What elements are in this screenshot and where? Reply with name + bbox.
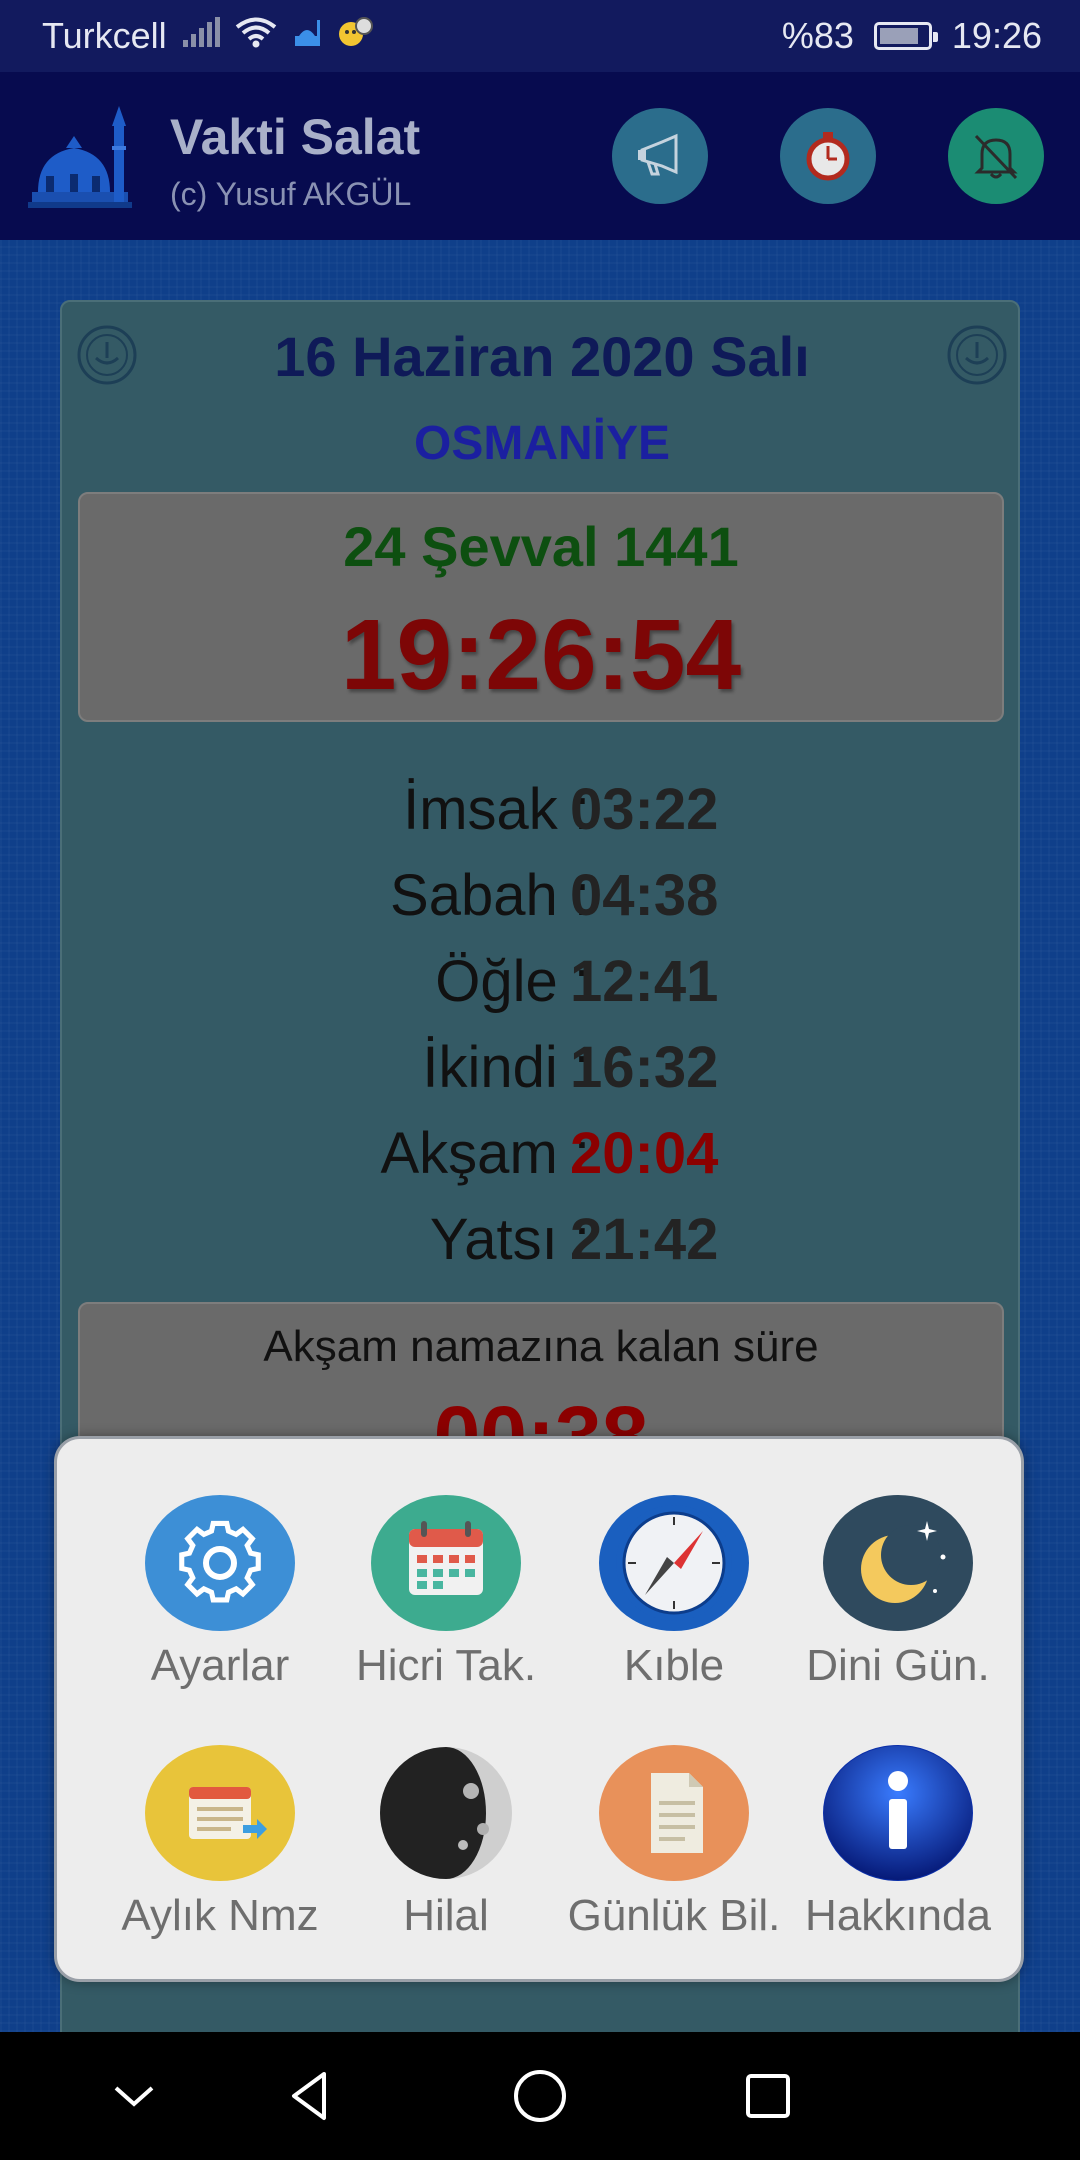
- prayer-row: İkindi : 16:32: [62, 1030, 1022, 1116]
- document-icon: [599, 1745, 749, 1881]
- prayer-name: Yatsı :: [429, 1207, 590, 1272]
- app-title: Vakti Salat: [170, 109, 421, 165]
- wifi-icon: [235, 15, 277, 57]
- nav-home-button[interactable]: [500, 2056, 580, 2136]
- signal-icon: [181, 15, 221, 57]
- timer-button[interactable]: [780, 108, 876, 204]
- app-subtitle: (c) Yusuf AKGÜL: [170, 176, 412, 212]
- back-triangle-icon: [292, 2072, 326, 2120]
- emoji-notification-icon: [337, 15, 373, 57]
- recents-square-icon: [746, 2074, 790, 2118]
- nav-back-button[interactable]: [270, 2056, 350, 2136]
- prayer-name: İkindi :: [422, 1035, 590, 1100]
- mosque-logo-icon: [28, 106, 132, 208]
- prayer-name: İmsak :: [403, 777, 590, 842]
- system-nav-bar: [0, 2032, 1080, 2160]
- menu-popup: Ayarlar Hicri Tak. Kıble Dini Gün. Aylık…: [54, 1436, 1024, 1982]
- megaphone-icon: [638, 133, 678, 176]
- prayer-name: Akşam :: [380, 1121, 591, 1186]
- menu-item-monthly-prayers[interactable]: Aylık Nmz: [105, 1745, 335, 1975]
- prayer-time: 04:38: [570, 863, 719, 928]
- remaining-label: Akşam namazına kalan süre: [263, 1322, 819, 1371]
- crescent-moon-icon: [823, 1495, 973, 1631]
- prayer-name: Öğle :: [435, 949, 590, 1014]
- calendar-icon: [371, 1495, 521, 1631]
- info-icon: [823, 1745, 973, 1881]
- current-time: 19:26:54: [340, 599, 742, 711]
- prayer-name: Sabah :: [390, 863, 590, 928]
- prayer-time: 16:32: [570, 1035, 719, 1100]
- prayer-row: İmsak : 03:22: [62, 772, 1022, 858]
- gregorian-date: 16 Haziran 2020 Salı: [274, 325, 810, 388]
- battery-icon: [873, 22, 938, 50]
- gear-icon: [145, 1495, 295, 1631]
- prayer-row: Yatsı : 21:42: [62, 1202, 1022, 1288]
- clock-panel: 24 Şevval 1441 19:26:54: [78, 492, 1004, 722]
- menu-item-crescent[interactable]: Hilal: [331, 1745, 561, 1975]
- menu-item-qibla[interactable]: Kıble: [559, 1495, 789, 1725]
- announcement-button[interactable]: [612, 108, 708, 204]
- menu-item-label: Hicri Tak.: [355, 1641, 537, 1690]
- nav-recents-button[interactable]: [728, 2056, 808, 2136]
- prayer-time: 12:41: [570, 949, 719, 1014]
- menu-item-label: Ayarlar: [150, 1641, 290, 1690]
- menu-item-hijri-calendar[interactable]: Hicri Tak.: [331, 1495, 561, 1725]
- menu-item-about[interactable]: Hakkında: [783, 1745, 1013, 1975]
- moon-phase-icon: [371, 1745, 521, 1881]
- mute-button[interactable]: [948, 108, 1044, 204]
- app-bar: Vakti Salat (c) Yusuf AKGÜL: [0, 72, 1080, 240]
- compass-icon: [599, 1495, 749, 1631]
- prayer-row: Sabah : 04:38: [62, 858, 1022, 944]
- menu-item-label: Dini Gün.: [806, 1641, 990, 1690]
- carrier-name: Turkcell: [42, 15, 167, 56]
- prayer-time: 21:42: [570, 1207, 719, 1272]
- menu-item-label: Aylık Nmz: [121, 1891, 319, 1940]
- mosque-notification-icon: [291, 15, 323, 57]
- home-circle-icon: [514, 2070, 566, 2122]
- menu-item-settings[interactable]: Ayarlar: [105, 1495, 335, 1725]
- next-prayer-time: 20:04: [570, 1121, 719, 1186]
- prayer-row: Akşam : 20:04: [62, 1116, 1022, 1202]
- battery-percent: %83: [781, 15, 854, 56]
- prayer-row: Öğle : 12:41: [62, 944, 1022, 1030]
- menu-item-label: Kıble: [623, 1641, 725, 1690]
- menu-item-daily-info[interactable]: Günlük Bil.: [559, 1745, 789, 1975]
- prayer-times-list: İmsak : 03:22 Sabah : 04:38 Öğle : 12:41…: [62, 772, 1022, 1288]
- chevron-down-icon: [114, 2086, 154, 2107]
- timer-icon: [806, 132, 850, 181]
- menu-item-label: Günlük Bil.: [567, 1891, 781, 1940]
- nav-collapse-button[interactable]: [94, 2056, 174, 2136]
- menu-item-label: Hakkında: [805, 1891, 991, 1940]
- menu-item-label: Hilal: [403, 1891, 489, 1940]
- monthly-calendar-icon: [145, 1745, 295, 1881]
- city-name[interactable]: OSMANİYE: [62, 416, 1022, 471]
- menu-item-religious-days[interactable]: Dini Gün.: [783, 1495, 1013, 1725]
- status-bar: Turkcell %83 19:26: [0, 0, 1080, 72]
- status-time: 19:26: [951, 15, 1042, 56]
- bell-off-icon: [974, 134, 1018, 180]
- prayer-time: 03:22: [570, 777, 719, 842]
- hijri-date: 24 Şevval 1441: [343, 515, 739, 578]
